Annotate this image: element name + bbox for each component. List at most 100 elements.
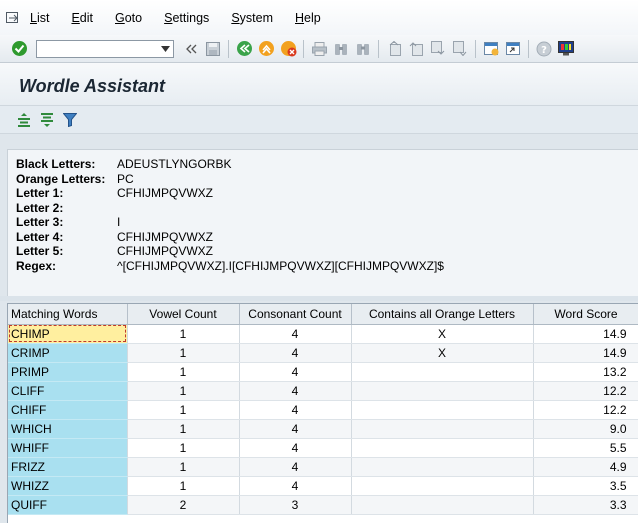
cell-vowel-count[interactable]: 1 (127, 324, 240, 344)
cell-word[interactable]: PRIMP (8, 362, 128, 382)
cell-word[interactable]: WHIZZ (8, 476, 128, 496)
shortcut-icon[interactable] (504, 40, 522, 58)
cell-consonant-count[interactable]: 4 (239, 381, 352, 401)
cell-consonant-count[interactable]: 4 (239, 324, 352, 344)
cell-word-score[interactable]: 4.9 (533, 457, 638, 477)
cell-contains-orange[interactable] (351, 419, 534, 439)
menu-goto[interactable]: Goto (115, 11, 142, 25)
sort-descending-icon[interactable] (38, 111, 56, 129)
cell-word[interactable]: WHIFF (8, 438, 128, 458)
prev-page-icon[interactable] (407, 40, 425, 58)
table-row[interactable]: FRIZZ 1 4 4.9 (8, 457, 638, 477)
cell-contains-orange[interactable] (351, 495, 534, 515)
cell-word[interactable]: QUIFF (8, 495, 128, 515)
cell-word-score[interactable]: 5.5 (533, 438, 638, 458)
help-icon[interactable]: ? (535, 40, 553, 58)
cell-contains-orange[interactable] (351, 400, 534, 420)
cell-word-score[interactable]: 3.3 (533, 495, 638, 515)
column-header-vowel-count[interactable]: Vowel Count (127, 304, 240, 325)
cell-vowel-count[interactable]: 2 (127, 495, 240, 515)
menu-settings[interactable]: Settings (164, 11, 209, 25)
next-page-icon[interactable] (429, 40, 447, 58)
table-row[interactable]: CLIFF 1 4 12.2 (8, 381, 638, 401)
column-header-consonant-count[interactable]: Consonant Count (239, 304, 352, 325)
cell-word-score[interactable]: 12.2 (533, 381, 638, 401)
create-session-icon[interactable] (482, 40, 500, 58)
cell-word-score[interactable]: 12.2 (533, 400, 638, 420)
cell-contains-orange[interactable] (351, 476, 534, 496)
last-page-icon[interactable] (451, 40, 469, 58)
enter-icon[interactable] (10, 40, 28, 58)
cell-vowel-count[interactable]: 1 (127, 438, 240, 458)
cell-word[interactable]: CLIFF (8, 381, 128, 401)
cancel-icon[interactable] (279, 40, 297, 58)
cell-contains-orange[interactable] (351, 457, 534, 477)
cell-vowel-count[interactable]: 1 (127, 476, 240, 496)
cell-vowel-count[interactable]: 1 (127, 343, 240, 363)
cell-word[interactable]: WHICH (8, 419, 128, 439)
cell-contains-orange[interactable]: X (351, 343, 534, 363)
table-row[interactable]: CRIMP 1 4 X 14.9 (8, 343, 638, 363)
cell-vowel-count[interactable]: 1 (127, 362, 240, 382)
cell-consonant-count[interactable]: 4 (239, 438, 352, 458)
save-icon[interactable] (204, 40, 222, 58)
toolbar-separator (475, 39, 476, 58)
cell-contains-orange[interactable] (351, 438, 534, 458)
menu-list[interactable]: List (30, 11, 49, 25)
cell-consonant-count[interactable]: 4 (239, 476, 352, 496)
customize-icon[interactable] (557, 40, 575, 58)
cell-consonant-count[interactable]: 4 (239, 457, 352, 477)
menu-list-icon[interactable] (6, 11, 20, 24)
cell-consonant-count[interactable]: 4 (239, 419, 352, 439)
cell-word[interactable]: CHIMP (8, 324, 128, 344)
cell-word-score[interactable]: 9.0 (533, 419, 638, 439)
first-page-icon[interactable] (385, 40, 403, 58)
cell-word-score[interactable]: 13.2 (533, 362, 638, 382)
criteria-panel: Black Letters: ADEUSTLYNGORBK Orange Lette… (7, 149, 638, 296)
menu-edit[interactable]: Edit (71, 11, 93, 25)
table-row[interactable]: WHIFF 1 4 5.5 (8, 438, 638, 458)
info-value: I (117, 215, 121, 229)
cell-contains-orange[interactable] (351, 381, 534, 401)
menu-help[interactable]: Help (295, 11, 321, 25)
cell-consonant-count[interactable]: 4 (239, 362, 352, 382)
table-row[interactable]: QUIFF 2 3 3.3 (8, 495, 638, 515)
cell-word-score[interactable]: 14.9 (533, 343, 638, 363)
table-row[interactable]: CHIMP 1 4 X 14.9 (8, 324, 638, 344)
title-bar: Wordle Assistant (0, 63, 638, 106)
cell-vowel-count[interactable]: 1 (127, 457, 240, 477)
column-header-contains-orange[interactable]: Contains all Orange Letters (351, 304, 534, 325)
find-icon[interactable] (332, 40, 350, 58)
cell-vowel-count[interactable]: 1 (127, 381, 240, 401)
menu-system[interactable]: System (231, 11, 273, 25)
filter-icon[interactable] (61, 111, 79, 129)
exit-icon[interactable] (257, 40, 275, 58)
cell-vowel-count[interactable]: 1 (127, 400, 240, 420)
cell-consonant-count[interactable]: 4 (239, 400, 352, 420)
info-value: ^[CFHIJMPQVWXZ].I[CFHIJMPQVWXZ][CFHIJMPQ… (117, 259, 444, 273)
cell-contains-orange[interactable] (351, 362, 534, 382)
table-row[interactable]: PRIMP 1 4 13.2 (8, 362, 638, 382)
cell-consonant-count[interactable]: 3 (239, 495, 352, 515)
table-row[interactable]: WHIZZ 1 4 3.5 (8, 476, 638, 496)
chevron-down-icon[interactable] (159, 41, 171, 57)
table-row[interactable]: CHIFF 1 4 12.2 (8, 400, 638, 420)
find-next-icon[interactable] (354, 40, 372, 58)
cell-vowel-count[interactable]: 1 (127, 419, 240, 439)
cell-word[interactable]: FRIZZ (8, 457, 128, 477)
menu-bar: List Edit Goto Settings System Help (0, 0, 638, 35)
table-row[interactable]: WHICH 1 4 9.0 (8, 419, 638, 439)
print-icon[interactable] (310, 40, 328, 58)
cell-word[interactable]: CHIFF (8, 400, 128, 420)
command-field[interactable] (36, 39, 174, 58)
column-header-word-score[interactable]: Word Score (533, 304, 638, 325)
cell-contains-orange[interactable]: X (351, 324, 534, 344)
column-header-matching-words[interactable]: Matching Words (8, 304, 128, 325)
sort-ascending-icon[interactable] (15, 111, 33, 129)
history-icon[interactable] (182, 40, 200, 58)
cell-word-score[interactable]: 14.9 (533, 324, 638, 344)
back-icon[interactable] (235, 40, 253, 58)
cell-word-score[interactable]: 3.5 (533, 476, 638, 496)
cell-word[interactable]: CRIMP (8, 343, 128, 363)
cell-consonant-count[interactable]: 4 (239, 343, 352, 363)
